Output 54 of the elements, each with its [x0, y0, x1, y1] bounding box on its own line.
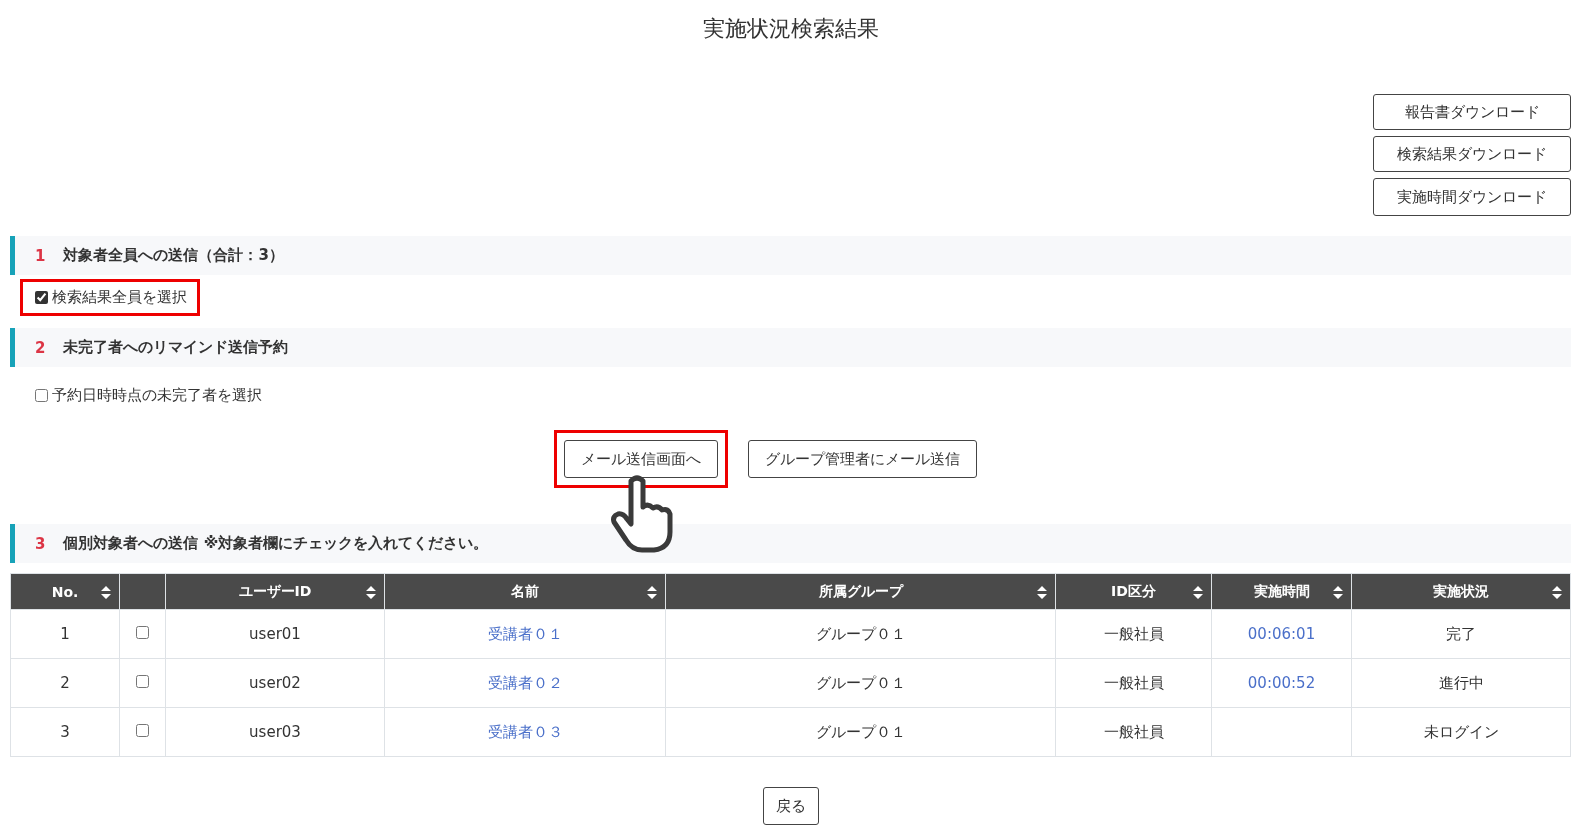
table-link[interactable]: 00:06:01: [1247, 625, 1316, 643]
download-button[interactable]: 報告書ダウンロード: [1373, 94, 1571, 130]
page-title: 実施状況検索結果: [701, 15, 880, 43]
table-cell: 完了: [1446, 624, 1476, 643]
table-cell: user03: [249, 723, 301, 741]
section-heading: 個別対象者への送信 ※対象者欄にチェックを入れてください。: [63, 534, 489, 553]
table-cell: 一般社員: [1103, 673, 1164, 692]
table-cell: 1: [60, 625, 70, 643]
table-link[interactable]: 受講者０１: [487, 624, 563, 643]
table-cell: 2: [60, 674, 70, 692]
column-header[interactable]: ユーザーID: [165, 573, 385, 610]
table-cell: グループ０１: [815, 673, 906, 692]
table-link[interactable]: 受講者０３: [487, 722, 563, 741]
header-label: 実施時間: [1253, 582, 1310, 599]
table-link[interactable]: 受講者０２: [487, 673, 563, 692]
option-checkbox[interactable]: [35, 291, 48, 304]
row-checkbox[interactable]: [136, 626, 149, 639]
table-link[interactable]: 00:00:52: [1247, 674, 1316, 692]
download-button[interactable]: 実施時間ダウンロード: [1373, 178, 1571, 216]
back-button[interactable]: 戻る: [762, 787, 819, 825]
column-header[interactable]: 実施状況: [1351, 573, 1571, 610]
header-label: ID区分: [1111, 582, 1156, 599]
header-label: 所属グループ: [818, 582, 903, 599]
option-label: 検索結果全員を選択: [52, 288, 187, 307]
row-checkbox[interactable]: [136, 675, 149, 688]
table-cell: user02: [249, 674, 301, 692]
section-heading: 未完了者へのリマインド送信予約: [63, 338, 289, 357]
section-number: 1: [35, 246, 46, 265]
table-cell: 未ログイン: [1423, 722, 1499, 741]
option-label: 予約日時時点の未完了者を選択: [52, 386, 262, 405]
column-header[interactable]: No.: [10, 573, 120, 610]
table-cell: user01: [249, 625, 301, 643]
header-label: No.: [51, 583, 79, 600]
table-cell: 3: [60, 723, 70, 741]
table-cell: 一般社員: [1103, 722, 1164, 741]
section-heading: 対象者全員への送信（合計：3）: [63, 246, 284, 265]
table-cell: グループ０１: [815, 624, 906, 643]
download-button[interactable]: 検索結果ダウンロード: [1373, 136, 1571, 172]
row-checkbox[interactable]: [136, 724, 149, 737]
table-cell: 進行中: [1438, 673, 1484, 692]
column-header[interactable]: 所属グループ: [665, 573, 1056, 610]
option-checkbox[interactable]: [35, 389, 48, 402]
header-label: ユーザーID: [238, 582, 312, 599]
column-header[interactable]: ID区分: [1055, 573, 1212, 610]
section-number: 3: [35, 534, 46, 553]
column-header[interactable]: 実施時間: [1211, 573, 1352, 610]
section-number: 2: [35, 338, 46, 357]
action-button[interactable]: メール送信画面へ: [564, 440, 718, 478]
table-cell: グループ０１: [815, 722, 906, 741]
action-button[interactable]: グループ管理者にメール送信: [748, 440, 977, 478]
header-label: 名前: [511, 582, 539, 599]
table-cell: 一般社員: [1103, 624, 1164, 643]
column-header[interactable]: 名前: [384, 573, 666, 610]
header-label: 実施状況: [1433, 582, 1489, 599]
